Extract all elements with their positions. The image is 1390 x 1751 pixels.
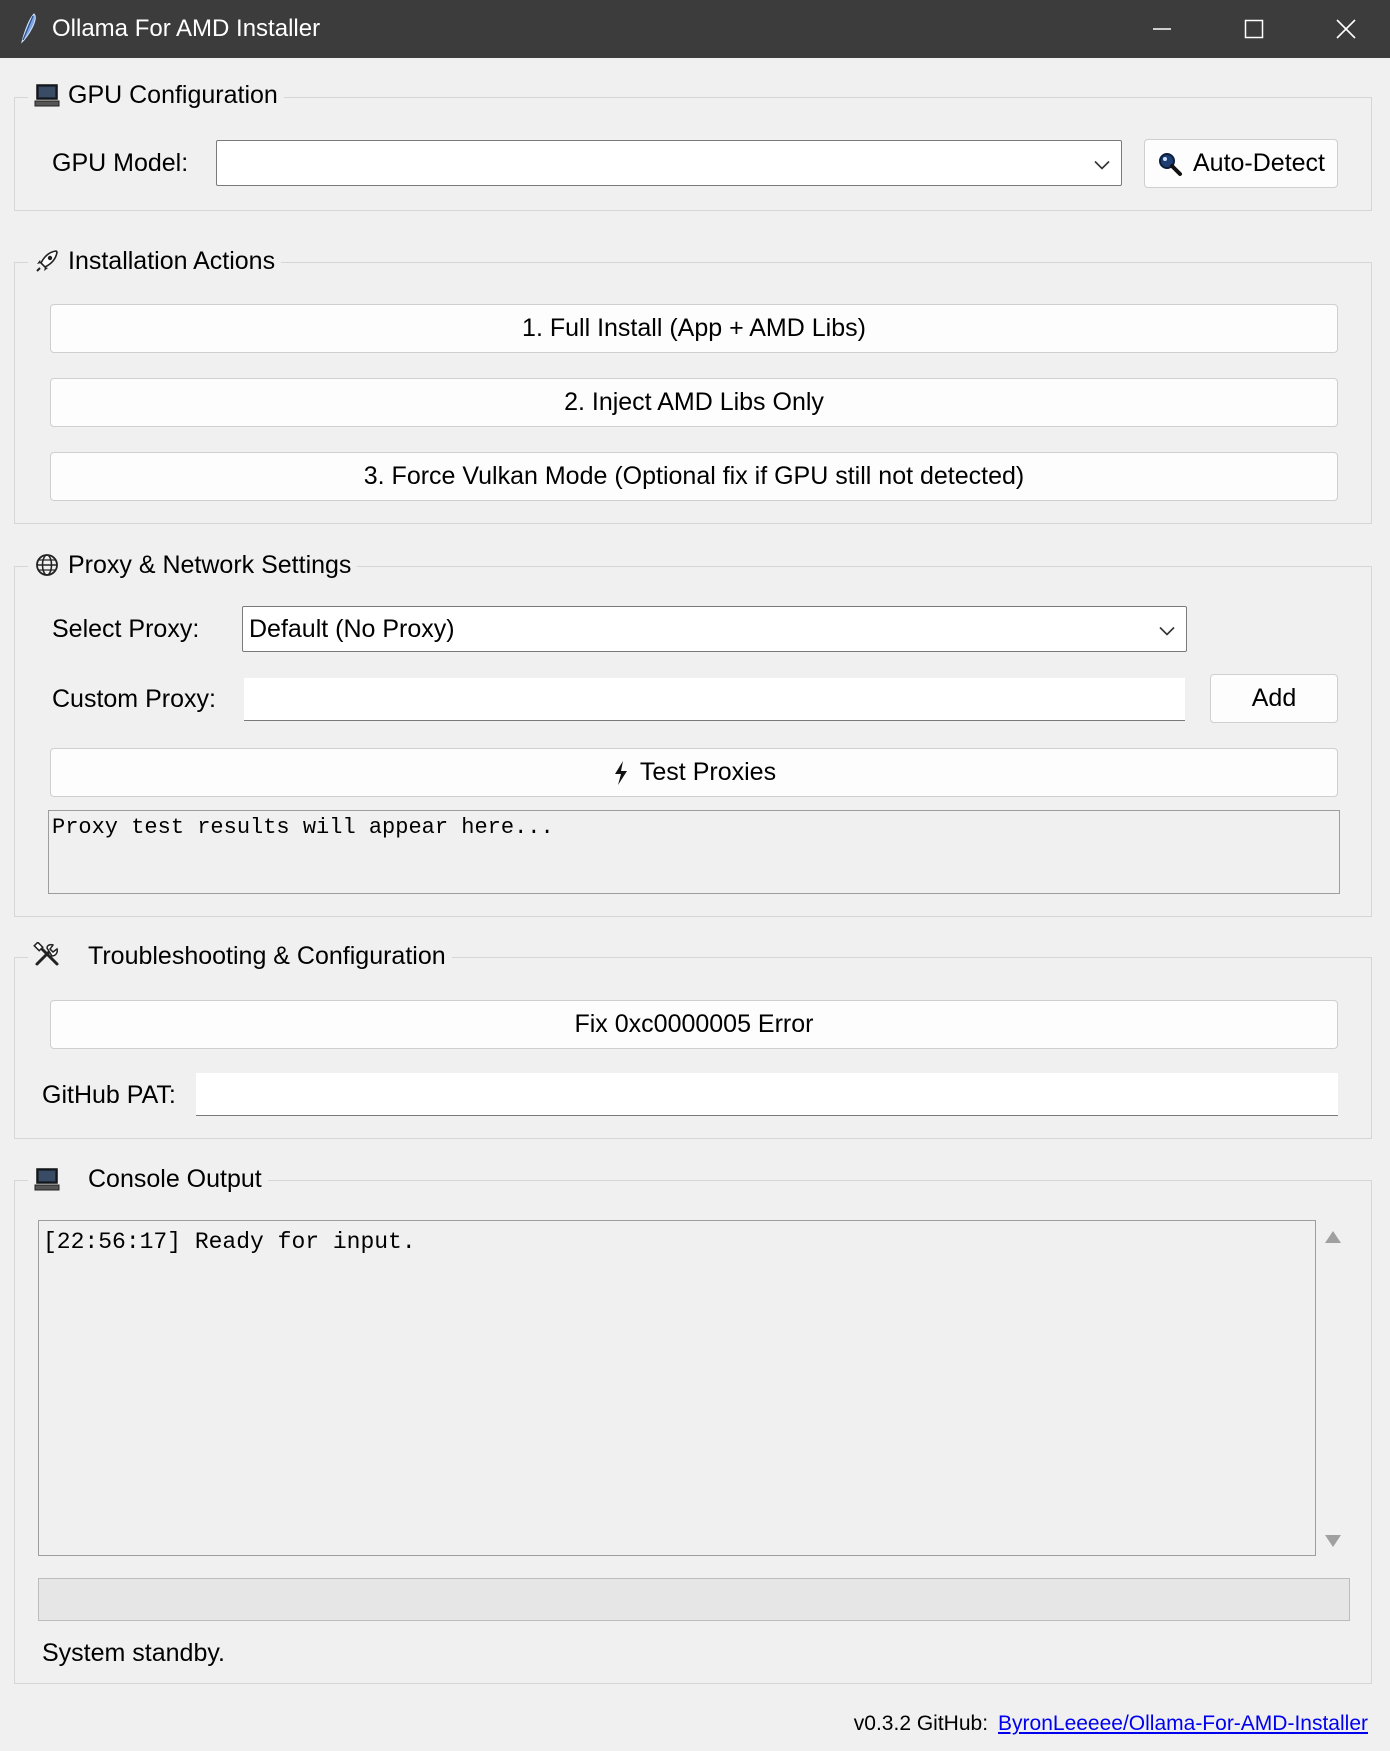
minimize-icon [1152,19,1172,39]
tools-icon [32,941,62,971]
minimize-button[interactable] [1116,0,1208,58]
gpu-model-label: GPU Model: [52,149,189,177]
scroll-up-icon[interactable] [1324,1230,1342,1249]
feather-icon [18,12,40,44]
custom-proxy-input[interactable] [244,678,1185,721]
gpu-config-legend-text: GPU Configuration [68,81,278,109]
maximize-icon [1244,19,1264,39]
test-proxies-label: Test Proxies [639,758,777,786]
close-icon [1336,19,1356,39]
footer: v0.3.2 GitHub: ByronLeeeee/Ollama-For-AMD… [854,1710,1368,1738]
troubleshooting-legend-text: Troubleshooting & Configuration [88,942,446,970]
magnifier-icon [1157,151,1183,177]
proxy-select[interactable]: Default (No Proxy) [242,606,1187,652]
rocket-icon [32,246,62,276]
install-actions-legend-text: Installation Actions [68,247,276,275]
full-install-button[interactable]: 1. Full Install (App + AMD Libs) [50,304,1338,353]
force-vulkan-label: 3. Force Vulkan Mode (Optional fix if GP… [363,462,1025,490]
proxy-legend-text: Proxy & Network Settings [68,551,352,579]
full-install-label: 1. Full Install (App + AMD Libs) [522,314,866,342]
select-proxy-label: Select Proxy: [52,615,200,643]
fix-error-button[interactable]: Fix 0xc0000005 Error [50,1000,1338,1049]
github-link[interactable]: ByronLeeeee/Ollama-For-AMD-Installer [998,1712,1368,1735]
progress-bar [38,1578,1350,1621]
auto-detect-button[interactable]: Auto-Detect [1144,139,1338,188]
gpu-config-legend: GPU Configuration [28,78,284,112]
add-proxy-button[interactable]: Add [1210,674,1338,723]
computer-icon [32,1164,62,1194]
chevron-down-icon [1158,615,1176,644]
auto-detect-label: Auto-Detect [1192,149,1325,177]
inject-amd-libs-label: 2. Inject AMD Libs Only [564,388,824,416]
title-bar: Ollama For AMD Installer [0,0,1390,58]
lightning-icon [612,760,630,786]
inject-amd-libs-button[interactable]: 2. Inject AMD Libs Only [50,378,1338,427]
console-legend-text: Console Output [88,1165,262,1193]
version-text: v0.3.2 GitHub: [853,1712,989,1735]
github-pat-label: GitHub PAT: [42,1081,176,1109]
console-legend: Console Output [28,1162,268,1196]
test-proxies-button[interactable]: Test Proxies [50,748,1338,797]
add-proxy-label: Add [1251,684,1297,712]
console-output-text[interactable]: [22:56:17] Ready for input. [38,1220,1316,1556]
proxy-legend: Proxy & Network Settings [28,548,358,582]
status-text: System standby. [42,1639,225,1667]
force-vulkan-button[interactable]: 3. Force Vulkan Mode (Optional fix if GP… [50,452,1338,501]
computer-icon [32,80,62,110]
proxy-results-text[interactable]: Proxy test results will appear here... [48,810,1340,894]
github-pat-input[interactable] [196,1073,1338,1116]
close-button[interactable] [1300,0,1390,58]
gpu-model-select[interactable] [216,140,1122,186]
install-actions-legend: Installation Actions [28,244,282,278]
window-title: Ollama For AMD Installer [52,15,321,42]
troubleshooting-legend: Troubleshooting & Configuration [28,939,452,973]
proxy-select-value: Default (No Proxy) [249,614,455,643]
chevron-down-icon [1093,149,1111,178]
globe-icon [32,550,62,580]
scroll-down-icon[interactable] [1324,1534,1342,1553]
custom-proxy-label: Custom Proxy: [52,685,216,713]
maximize-button[interactable] [1208,0,1300,58]
fix-error-label: Fix 0xc0000005 Error [574,1010,814,1038]
